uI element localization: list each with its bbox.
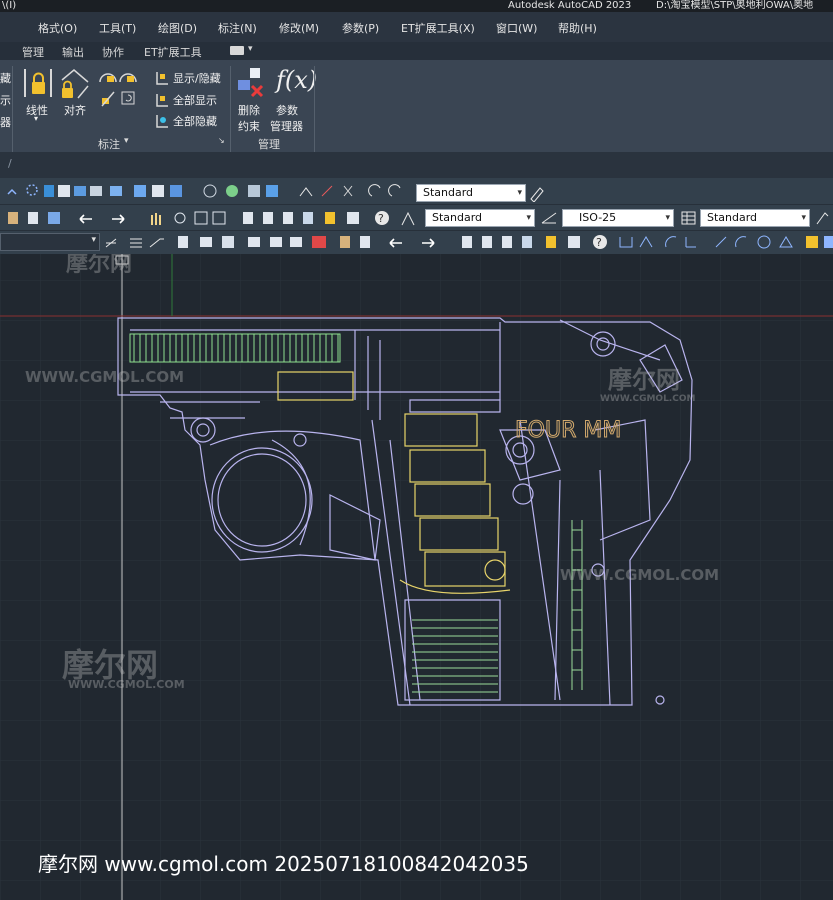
delete-constraints-label-1[interactable]: 删除 [238, 102, 260, 118]
ribbon-separator [12, 66, 13, 152]
tab-collaborate[interactable]: 协作 [102, 44, 124, 60]
menu-dimension[interactable]: 标注(N) [218, 20, 257, 36]
svg-text:?: ? [378, 212, 384, 225]
table-style-select[interactable]: Standard ▾ [700, 209, 810, 227]
menu-format[interactable]: 格式(O) [38, 20, 77, 36]
show-hide-icon[interactable] [154, 70, 170, 86]
drawing-canvas[interactable]: FOUR MM 摩尔网 WWW.CGMOL.COM 摩尔网 WWW.CGMOL.… [0, 254, 833, 900]
slide-engraving: FOUR MM [515, 418, 621, 443]
toolbar-2-icons[interactable]: ? [0, 209, 424, 227]
lock-align-icon[interactable] [60, 68, 90, 100]
table-style-icon[interactable] [680, 209, 698, 227]
ribbon-partial-3[interactable]: 器 [0, 114, 11, 130]
text-style-manager-icon[interactable] [528, 184, 546, 202]
ribbon-tab-bar: 管理 输出 协作 ET扩展工具 ▾ [0, 42, 833, 60]
panel-title-dimension[interactable]: 标注 [98, 136, 120, 152]
toolbar-1-icons[interactable] [0, 182, 410, 200]
param-manager-label-2[interactable]: 管理器 [270, 118, 303, 134]
ribbon-separator-2 [230, 66, 231, 152]
chevron-down-icon: ▾ [801, 213, 806, 223]
file-path: D:\淘宝模型\STP\奥地利OWA\奥地 [656, 0, 814, 11]
menu-modify[interactable]: 修改(M) [279, 20, 319, 36]
menu-bar: 格式(O) 工具(T) 绘图(D) 标注(N) 修改(M) 参数(P) ET扩展… [0, 12, 833, 42]
delete-constraints-icon[interactable] [234, 66, 266, 100]
hide-all-icon[interactable] [154, 113, 170, 129]
menu-et-tools[interactable]: ET扩展工具(X) [401, 20, 475, 36]
multileader-style-select[interactable]: Standard ▾ [425, 209, 535, 227]
slash-divider-icon: / [8, 157, 12, 170]
title-bar: \(I) Autodesk AutoCAD 2023 D:\淘宝模型\STP\奥… [0, 0, 833, 12]
chevron-down-icon: ▾ [665, 213, 670, 223]
show-all-icon[interactable] [154, 92, 170, 108]
chevron-down-icon: ▾ [91, 235, 96, 245]
footer-watermark: 摩尔网 www.cgmol.com 20250718100842042035 [38, 852, 529, 876]
param-manager-label-1[interactable]: 参数 [276, 102, 298, 118]
tab-overflow-caret-icon[interactable]: ▾ [248, 44, 253, 54]
watermark-url-1: WWW.CGMOL.COM [25, 368, 185, 386]
menu-parametric[interactable]: 参数(P) [342, 20, 379, 36]
app-title: Autodesk AutoCAD 2023 [508, 0, 632, 11]
ribbon-status-row: / [0, 152, 833, 178]
dim-style-icon[interactable] [540, 209, 560, 227]
svg-text:?: ? [596, 236, 602, 249]
tab-overflow-icon[interactable] [230, 46, 244, 55]
menu-help[interactable]: 帮助(H) [558, 20, 597, 36]
toolbar-overflow-icon[interactable] [814, 209, 832, 227]
panel-launcher-icon[interactable]: ↘ [218, 136, 225, 145]
watermark-url-3: WWW.CGMOL.COM [68, 678, 185, 691]
tab-output[interactable]: 输出 [62, 44, 84, 60]
fx-icon[interactable]: f(x) [276, 66, 317, 94]
watermark-logo-1: 摩尔网 [66, 254, 133, 277]
menu-window[interactable]: 窗口(W) [496, 20, 537, 36]
layer-select[interactable]: ▾ [0, 233, 100, 251]
tab-manage[interactable]: 管理 [22, 44, 44, 60]
watermark-url-4: WWW.CGMOL.COM [560, 566, 720, 584]
watermark-logo-2: 摩尔网 [608, 366, 680, 394]
dim-style-select[interactable]: ISO-25 ▾ [562, 209, 674, 227]
text-style-select[interactable]: Standard ▾ [416, 184, 526, 202]
show-hide-button[interactable]: 显示/隐藏 [173, 70, 221, 86]
linear-dropdown-icon[interactable]: ▾ [34, 114, 38, 123]
menu-fragment-left[interactable]: \(I) [2, 0, 16, 12]
watermark-url-2: WWW.CGMOL.COM [600, 394, 696, 404]
ribbon-separator-3 [314, 66, 315, 152]
tab-et-tools[interactable]: ET扩展工具 [144, 44, 202, 60]
constraint-small-icons[interactable] [98, 68, 140, 108]
align-button-label[interactable]: 对齐 [64, 102, 86, 118]
ribbon-partial-1[interactable]: 藏 [0, 70, 11, 86]
hide-all-button[interactable]: 全部隐藏 [173, 113, 217, 129]
ribbon-partial-2[interactable]: 示 [0, 92, 11, 108]
chevron-down-icon: ▾ [526, 213, 531, 223]
panel-dimension-caret-icon[interactable]: ▾ [124, 136, 129, 146]
menu-tools[interactable]: 工具(T) [99, 20, 136, 36]
delete-constraints-label-2[interactable]: 约束 [238, 118, 260, 134]
chevron-down-icon: ▾ [517, 188, 522, 198]
menu-draw[interactable]: 绘图(D) [158, 20, 197, 36]
lock-linear-icon[interactable] [24, 68, 52, 98]
toolbar-3-icons[interactable]: ? [100, 233, 833, 251]
panel-title-manage[interactable]: 管理 [258, 136, 280, 152]
show-all-button[interactable]: 全部显示 [173, 92, 217, 108]
